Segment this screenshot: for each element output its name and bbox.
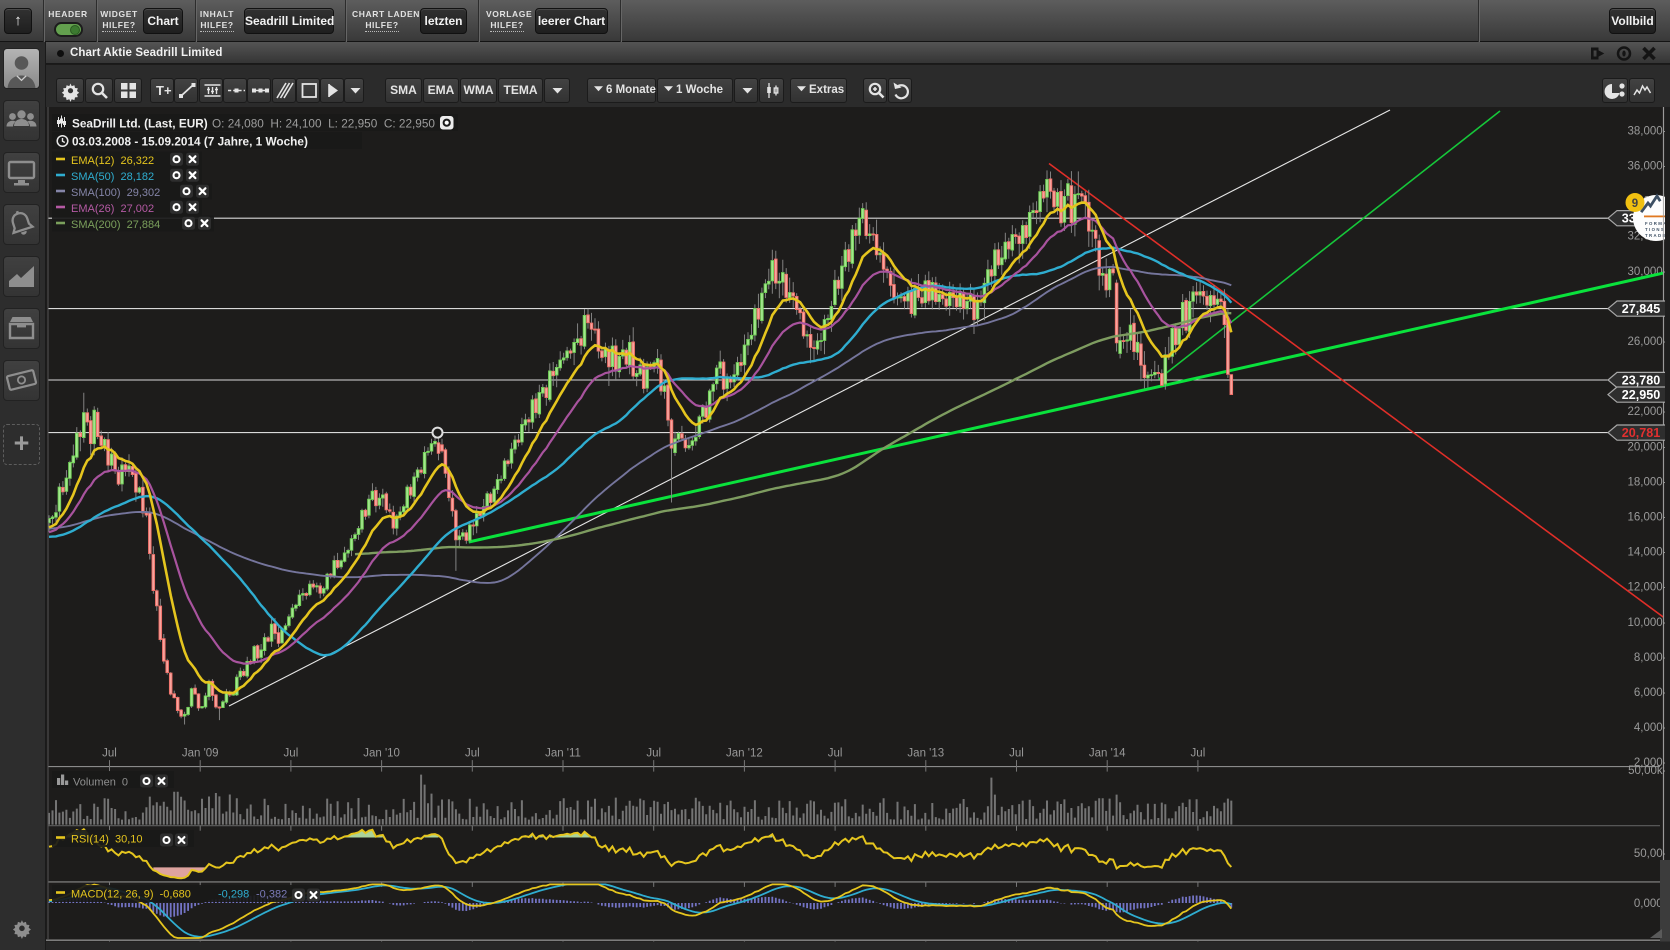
svg-text:Jan '12: Jan '12 [726, 748, 763, 760]
svg-text:12,000-: 12,000- [1627, 582, 1666, 594]
svg-text:38,000-: 38,000- [1627, 125, 1666, 137]
svg-text:O: 24,080 H: 24,100 L: 22,95: O: 24,080 H: 24,100 L: 22,950 C: 22,950 [212, 117, 435, 131]
svg-text:Jul: Jul [284, 748, 299, 760]
svg-text:20,000-: 20,000- [1627, 441, 1666, 453]
svg-text:16,000-: 16,000- [1627, 512, 1666, 524]
svg-text:SMA(100) 29,302: SMA(100) 29,302 [71, 187, 160, 199]
svg-text:Jan '10: Jan '10 [363, 748, 400, 760]
svg-text:20,781: 20,781 [1622, 426, 1661, 440]
svg-text:FORMA: FORMA [1645, 221, 1668, 226]
svg-text:EMA(12) 26,322: EMA(12) 26,322 [71, 155, 154, 167]
svg-text:18,000-: 18,000- [1627, 476, 1666, 488]
svg-text:SMA(200) 27,884: SMA(200) 27,884 [71, 219, 160, 231]
svg-text:8,000-: 8,000- [1634, 652, 1667, 664]
svg-text:4,000-: 4,000- [1634, 722, 1667, 734]
svg-text:MACD(12, 26, 9) -0,680: MACD(12, 26, 9) -0,680 [71, 889, 191, 901]
svg-text:-0,382: -0,382 [256, 889, 287, 901]
svg-text:EMA(26) 27,002: EMA(26) 27,002 [71, 203, 154, 215]
svg-text:03.03.2008 - 15.09.2014 (7 Jah: 03.03.2008 - 15.09.2014 (7 Jahre, 1 Woch… [72, 135, 308, 149]
svg-text:Jul: Jul [1009, 748, 1024, 760]
svg-text:50,00k-: 50,00k- [1628, 765, 1667, 777]
svg-text:Jul: Jul [646, 748, 661, 760]
svg-text:22,000-: 22,000- [1627, 406, 1666, 418]
svg-text:23,780: 23,780 [1622, 373, 1661, 387]
svg-text:Jul: Jul [828, 748, 843, 760]
svg-text:SMA(50) 28,182: SMA(50) 28,182 [71, 171, 154, 183]
svg-text:9: 9 [1632, 198, 1638, 210]
svg-text:27,845: 27,845 [1622, 302, 1661, 316]
svg-text:-0,298: -0,298 [218, 889, 249, 901]
svg-text:10,000-: 10,000- [1627, 617, 1666, 629]
svg-text:14,000-: 14,000- [1627, 547, 1666, 559]
svg-text:Jul: Jul [102, 748, 117, 760]
svg-text:Jan '14: Jan '14 [1089, 748, 1126, 760]
svg-text:T+: T+ [156, 83, 172, 98]
svg-text:Jan '11: Jan '11 [545, 748, 581, 760]
svg-text:SeaDrill Ltd. (Last, EUR): SeaDrill Ltd. (Last, EUR) [72, 117, 208, 131]
svg-text:Jul: Jul [1191, 748, 1206, 760]
svg-text:22,950: 22,950 [1622, 388, 1661, 402]
svg-text:Jul: Jul [465, 748, 480, 760]
svg-text:Jan '09: Jan '09 [182, 748, 219, 760]
svg-text:6,000-: 6,000- [1634, 687, 1667, 699]
svg-text:26,000-: 26,000- [1627, 336, 1666, 348]
svg-text:Jan '13: Jan '13 [907, 748, 944, 760]
svg-text:RSI(14) 30,10: RSI(14) 30,10 [71, 834, 143, 846]
svg-text:Volumen 0: Volumen 0 [73, 777, 128, 789]
svg-text:TIONS: TIONS [1645, 227, 1665, 232]
svg-text:50,00-: 50,00- [1634, 848, 1667, 860]
svg-text:36,000-: 36,000- [1627, 161, 1666, 173]
